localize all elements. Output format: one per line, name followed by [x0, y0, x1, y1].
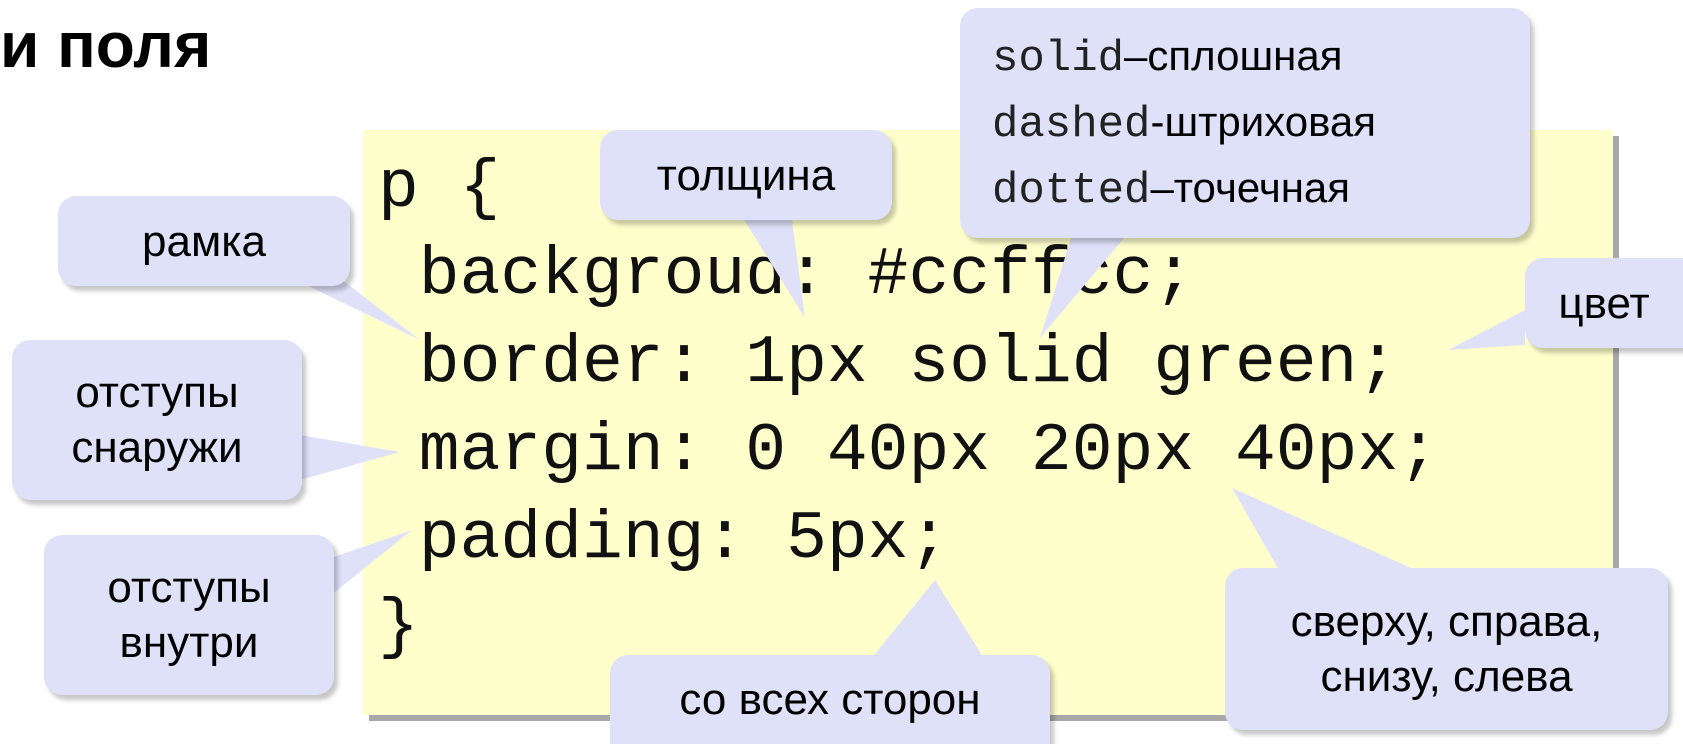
- style-keyword-solid: solid: [992, 34, 1125, 84]
- thickness-pointer: [735, 205, 805, 318]
- style-row-dotted: dotted – точечная: [992, 162, 1350, 228]
- style-row-dashed: dashed - штриховая: [992, 96, 1376, 162]
- margin-label-line1: отступы: [75, 368, 239, 417]
- style-desc-dashed: штриховая: [1164, 98, 1377, 145]
- style-desc-dotted: точечная: [1173, 164, 1351, 211]
- thickness-label: толщина: [656, 150, 836, 200]
- frame-bubble: рамка: [58, 196, 350, 286]
- thickness-bubble: толщина: [600, 130, 892, 220]
- color-label: цвет: [1558, 278, 1650, 328]
- order-label-line2: снизу, слева: [1320, 652, 1573, 701]
- style-pointer: [1040, 225, 1135, 338]
- order-pointer: [1232, 488, 1420, 572]
- style-sep-dotted: –: [1150, 164, 1174, 211]
- style-sep-dashed: -: [1150, 98, 1165, 145]
- color-pointer: [1448, 310, 1525, 350]
- all-sides-bubble: со всех сторон: [610, 655, 1050, 744]
- all-sides-label: со всех сторон: [679, 675, 981, 724]
- border-style-bubble: solid – сплошная dashed - штриховая dott…: [960, 8, 1530, 238]
- order-label-line1: сверху, справа,: [1290, 597, 1603, 646]
- style-keyword-dotted: dotted: [992, 166, 1151, 216]
- margin-bubble: отступы снаружи: [12, 340, 302, 500]
- style-keyword-dashed: dashed: [992, 100, 1151, 150]
- style-sep-solid: –: [1124, 32, 1148, 79]
- color-bubble: цвет: [1525, 258, 1683, 348]
- margin-pointer: [300, 435, 400, 480]
- all-sides-pointer: [870, 580, 985, 660]
- padding-bubble: отступы внутри: [44, 535, 334, 695]
- margin-label-line2: снаружи: [71, 423, 243, 472]
- padding-pointer: [325, 530, 412, 600]
- frame-label: рамка: [142, 216, 266, 266]
- order-bubble: сверху, справа, снизу, слева: [1225, 568, 1668, 730]
- frame-pointer: [300, 282, 420, 340]
- style-row-solid: solid – сплошная: [992, 30, 1342, 96]
- padding-label-line1: отступы: [107, 563, 271, 612]
- style-desc-solid: сплошная: [1147, 32, 1343, 79]
- padding-label-line2: внутри: [119, 618, 259, 667]
